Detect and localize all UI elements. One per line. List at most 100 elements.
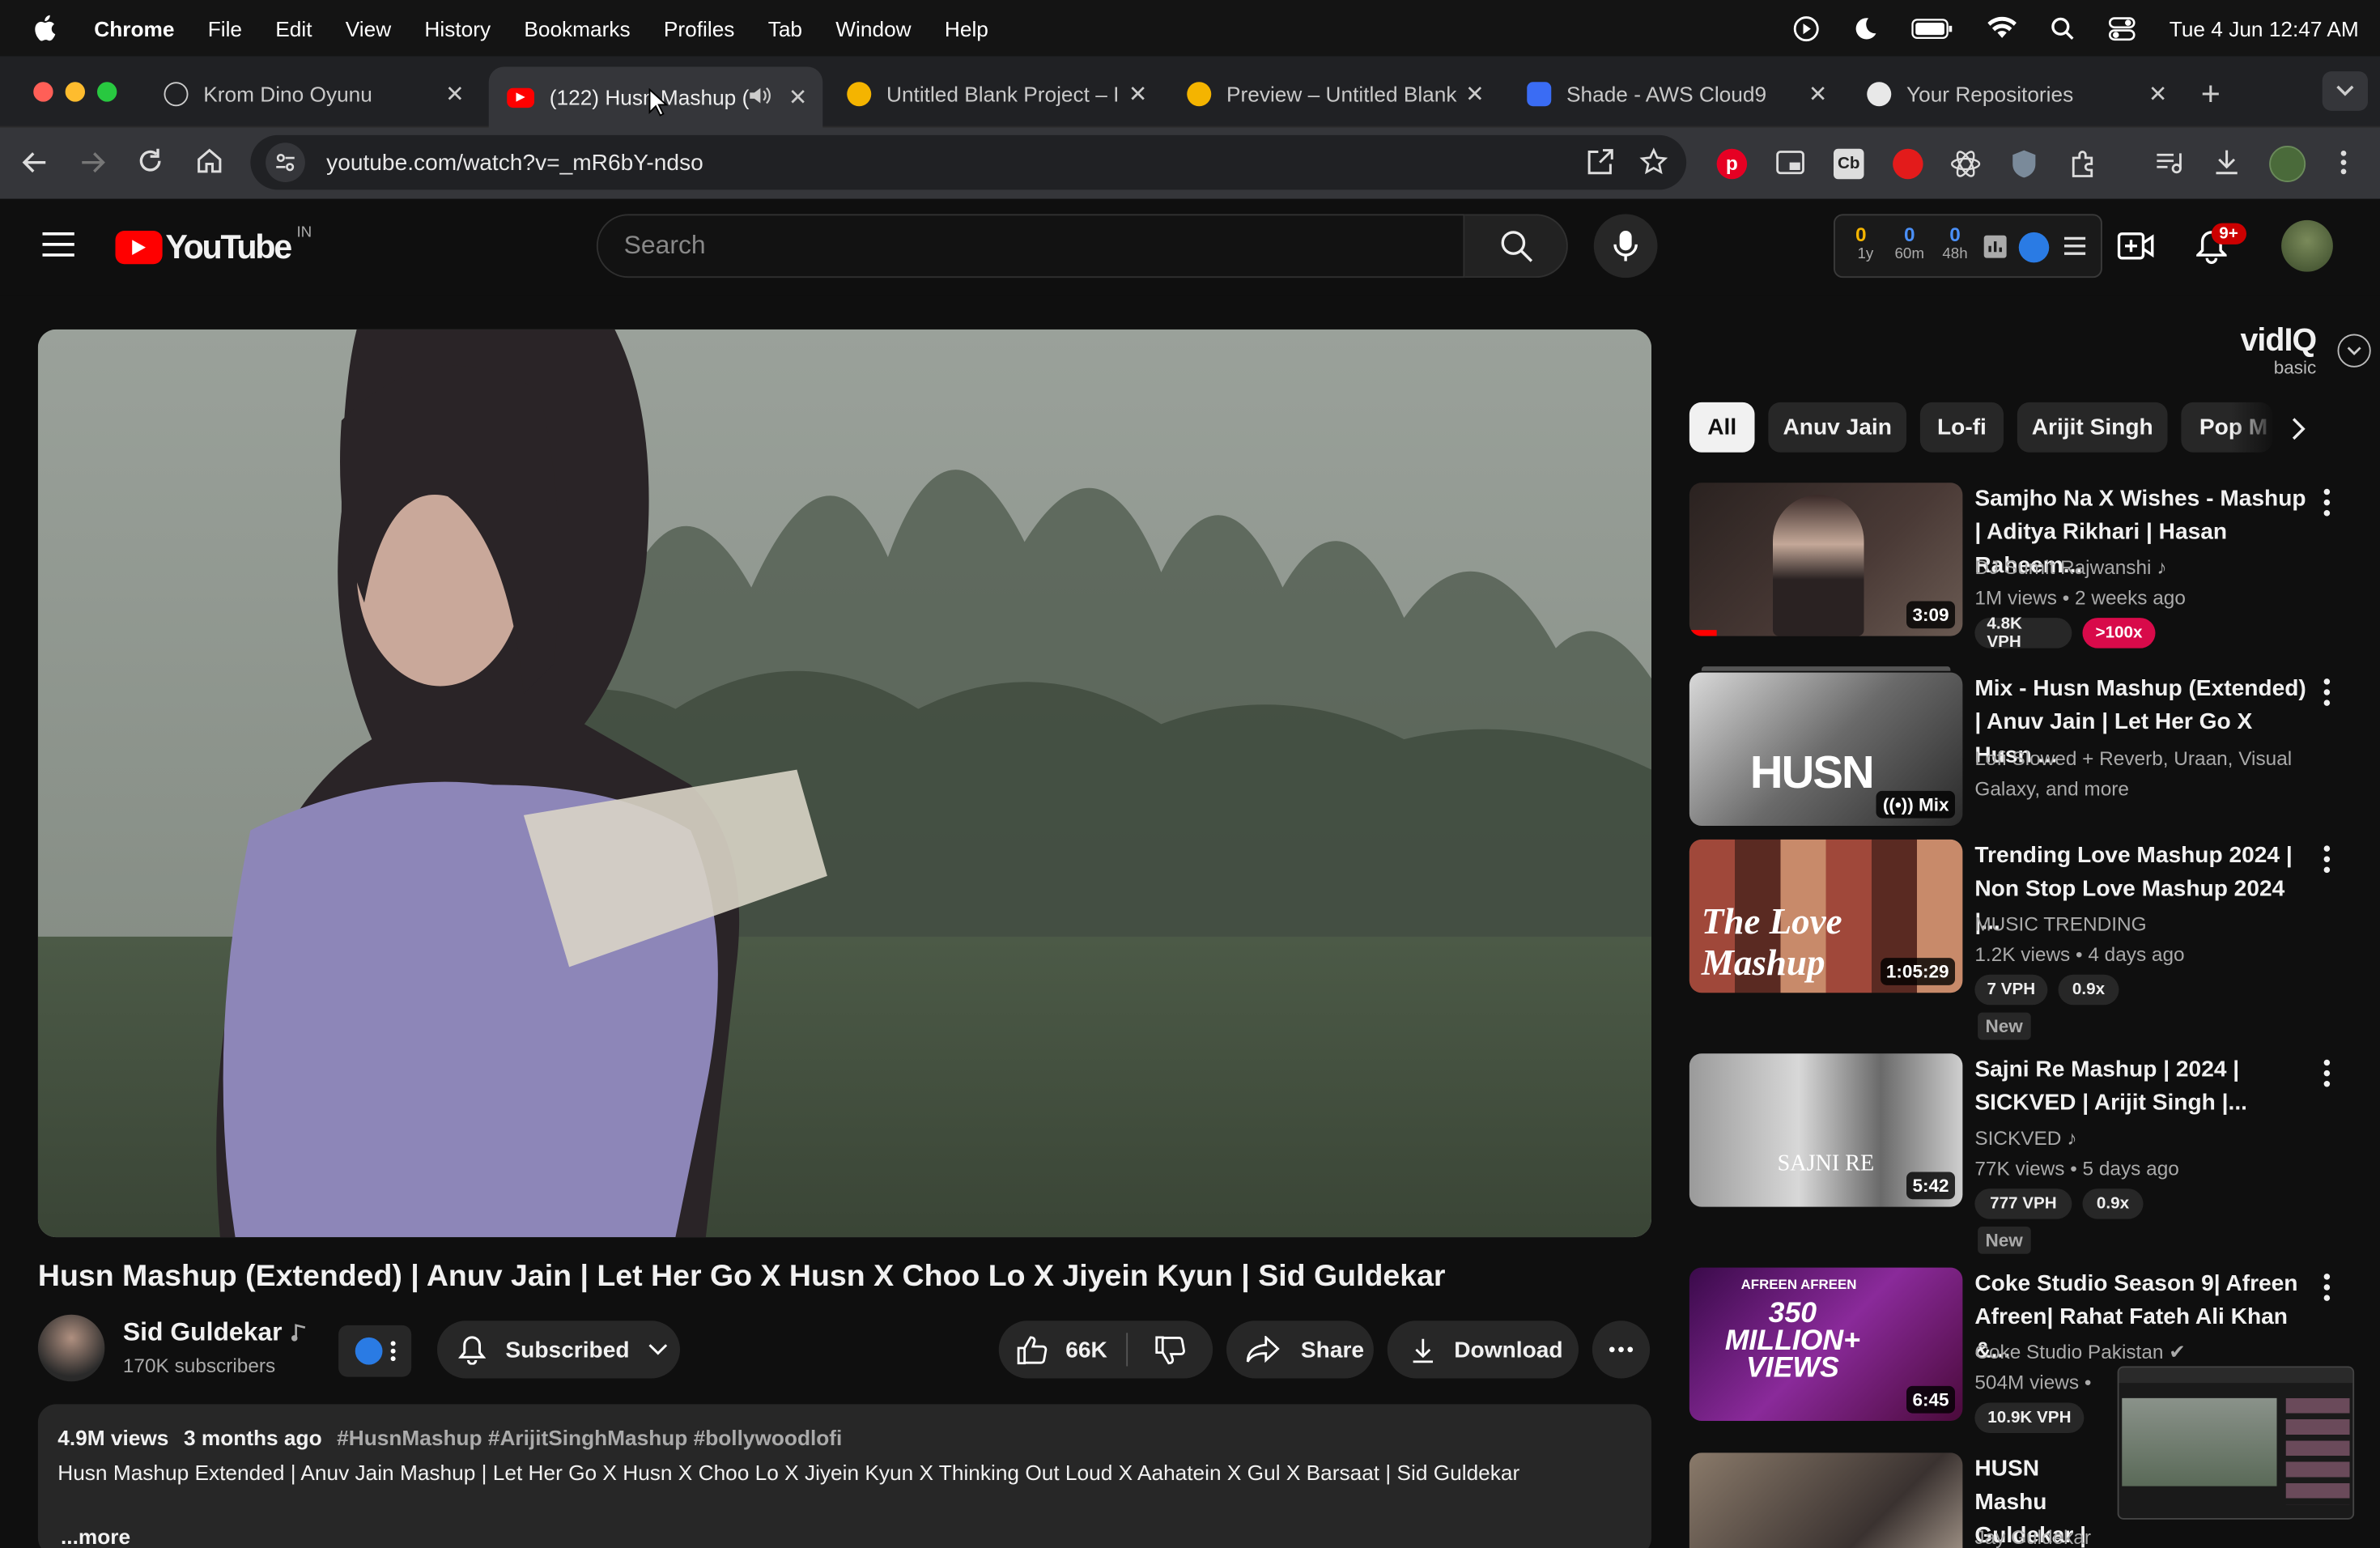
- rec-menu-icon[interactable]: [2323, 488, 2331, 521]
- channel-name[interactable]: Coke Studio Pakistan: [1974, 1341, 2163, 1363]
- menu-tab[interactable]: Tab: [768, 16, 802, 40]
- rec-menu-icon[interactable]: [2323, 678, 2331, 710]
- extensions-puzzle-icon[interactable]: [2069, 149, 2098, 178]
- more-actions-button[interactable]: [1592, 1320, 1651, 1379]
- bar-chart-icon[interactable]: [1983, 235, 2007, 258]
- tab-preview[interactable]: Preview – Untitled Blank ✕: [1169, 68, 1500, 120]
- control-center-icon[interactable]: [2109, 16, 2136, 40]
- voice-search-button[interactable]: [1593, 214, 1658, 279]
- rec-channel[interactable]: Jay Guldekar: [1974, 1525, 2091, 1548]
- search-input[interactable]: Search: [596, 214, 1465, 279]
- window-minimize-button[interactable]: [65, 82, 85, 102]
- channel-name[interactable]: SICKVED: [1974, 1126, 2061, 1149]
- home-icon[interactable]: [196, 147, 223, 175]
- window-zoom-button[interactable]: [97, 82, 117, 102]
- vidiq-stats-widget[interactable]: 0 1y 0 60m 0 48h: [1834, 214, 2102, 279]
- video-thumbnail[interactable]: AFREEN AFREEN 350 MILLION+ VIEWS 6:45: [1689, 1267, 1963, 1421]
- menu-bookmarks[interactable]: Bookmarks: [524, 16, 630, 40]
- reload-icon[interactable]: [137, 147, 164, 175]
- like-button[interactable]: 66K: [999, 1320, 1127, 1378]
- chip-lo-fi[interactable]: Lo-fi: [1919, 402, 2004, 453]
- hashtags[interactable]: #HusnMashup #ArijitSinghMashup #bollywoo…: [337, 1426, 842, 1450]
- vidiq-channel-button[interactable]: [338, 1325, 412, 1377]
- menu-edit[interactable]: Edit: [275, 16, 312, 40]
- video-thumbnail[interactable]: HUSN ((•)) Mix: [1689, 672, 1963, 826]
- show-more-link[interactable]: ...more: [61, 1525, 130, 1548]
- recommendation-item[interactable]: SAJNI RE 5:42 Sajni Re Mashup | 2024 | S…: [1689, 1053, 2373, 1258]
- tab-close-icon[interactable]: ✕: [788, 83, 808, 111]
- recommendation-item[interactable]: The Love Mashup 1:05:29 Trending Love Ma…: [1689, 839, 2373, 1044]
- menu-profiles[interactable]: Profiles: [664, 16, 735, 40]
- video-player[interactable]: [37, 329, 1651, 1238]
- picture-in-picture-icon[interactable]: [1776, 151, 1805, 175]
- tab-close-icon[interactable]: ✕: [1128, 80, 1148, 108]
- clock[interactable]: Tue 4 Jun 12:47 AM: [2170, 16, 2359, 40]
- forward-arrow-icon[interactable]: [79, 149, 107, 176]
- rec-channel[interactable]: MUSIC TRENDING: [1974, 912, 2146, 935]
- adblock-hand-icon[interactable]: [1893, 148, 1923, 180]
- vidiq-expand-chevron-icon[interactable]: [2337, 334, 2371, 368]
- recommendation-item[interactable]: 3:09 Samjho Na X Wishes - Mashup | Adity…: [1689, 483, 2373, 665]
- chip-anuv-jain[interactable]: Anuv Jain: [1768, 402, 1906, 453]
- tab-close-icon[interactable]: ✕: [1808, 80, 1828, 108]
- tab-close-icon[interactable]: ✕: [1465, 80, 1485, 108]
- tab-close-icon[interactable]: ✕: [2148, 80, 2168, 108]
- wifi-icon[interactable]: [1987, 16, 2018, 40]
- dislike-button[interactable]: [1133, 1320, 1209, 1378]
- bookmark-star-icon[interactable]: [1639, 147, 1668, 176]
- speaker-icon[interactable]: [748, 85, 771, 106]
- subscribed-button[interactable]: Subscribed: [437, 1320, 680, 1379]
- youtube-logo[interactable]: YouTube IN: [115, 224, 312, 267]
- shield-extension-icon[interactable]: [2011, 149, 2037, 180]
- open-in-app-icon[interactable]: [1586, 149, 1613, 176]
- site-info-icon[interactable]: [266, 142, 305, 182]
- tab-untitled-blank[interactable]: Untitled Blank Project – I ✕: [829, 68, 1163, 120]
- account-avatar[interactable]: [2281, 219, 2333, 272]
- focus-moon-icon[interactable]: [1854, 16, 1878, 40]
- pip-preview-window[interactable]: [2117, 1366, 2355, 1520]
- recommendation-item[interactable]: HUSN ((•)) Mix Mix - Husn Mashup (Extend…: [1689, 666, 2373, 832]
- rec-menu-icon[interactable]: [2323, 1274, 2331, 1305]
- media-queue-icon[interactable]: [2156, 151, 2183, 175]
- channel-name[interactable]: DJ Sumit Rajwanshi: [1974, 555, 2151, 578]
- tab-aws-cloud9[interactable]: Shade - AWS Cloud9 ✕: [1509, 68, 1843, 120]
- react-devtools-icon[interactable]: [1950, 149, 1981, 180]
- video-thumbnail[interactable]: The Love Mashup 1:05:29: [1689, 839, 1963, 993]
- spotlight-search-icon[interactable]: [2051, 16, 2076, 40]
- window-close-button[interactable]: [33, 82, 53, 102]
- menu-view[interactable]: View: [346, 16, 391, 40]
- search-button[interactable]: [1464, 214, 1568, 279]
- chrome-menu-icon[interactable]: [2339, 149, 2348, 176]
- tab-github-repositories[interactable]: Your Repositories ✕: [1849, 68, 2183, 120]
- channel-name[interactable]: Sid Guldekar: [123, 1318, 283, 1349]
- pinterest-extension-icon[interactable]: p: [1716, 148, 1748, 180]
- rec-menu-icon[interactable]: [2323, 1059, 2331, 1091]
- menu-help[interactable]: Help: [945, 16, 988, 40]
- tab-close-icon[interactable]: ✕: [445, 80, 465, 108]
- video-thumbnail[interactable]: [1689, 1452, 1963, 1548]
- tab-krom-dino[interactable]: Krom Dino Oyunu ✕: [146, 68, 480, 120]
- list-menu-icon[interactable]: [2064, 236, 2086, 256]
- menu-history[interactable]: History: [424, 16, 491, 40]
- menu-file[interactable]: File: [208, 16, 242, 40]
- back-arrow-icon[interactable]: [21, 149, 49, 176]
- vidiq-brand[interactable]: vidIQ basic: [2219, 324, 2317, 376]
- hamburger-menu-icon[interactable]: [42, 232, 74, 257]
- apple-icon[interactable]: [31, 14, 57, 43]
- tab-search-chevron-icon[interactable]: [2322, 71, 2368, 111]
- chips-next-chevron-icon[interactable]: [2292, 418, 2306, 440]
- create-video-icon[interactable]: [2117, 231, 2154, 262]
- downloads-icon[interactable]: [2213, 149, 2241, 176]
- menu-app-name[interactable]: Chrome: [94, 16, 174, 40]
- vidiq-logo-icon[interactable]: [2018, 232, 2050, 263]
- chip-arijit-singh[interactable]: Arijit Singh: [2017, 402, 2168, 453]
- profile-avatar[interactable]: [2269, 146, 2306, 182]
- channel-avatar[interactable]: [37, 1314, 105, 1382]
- menu-window[interactable]: Window: [835, 16, 911, 40]
- share-button[interactable]: Share: [1226, 1320, 1374, 1379]
- download-button[interactable]: Download: [1387, 1320, 1579, 1379]
- battery-icon[interactable]: [1911, 18, 1954, 39]
- chip-all[interactable]: All: [1689, 402, 1755, 453]
- video-thumbnail[interactable]: SAJNI RE 5:42: [1689, 1053, 1963, 1207]
- url-text[interactable]: youtube.com/watch?v=_mR6bY-ndso: [326, 150, 703, 176]
